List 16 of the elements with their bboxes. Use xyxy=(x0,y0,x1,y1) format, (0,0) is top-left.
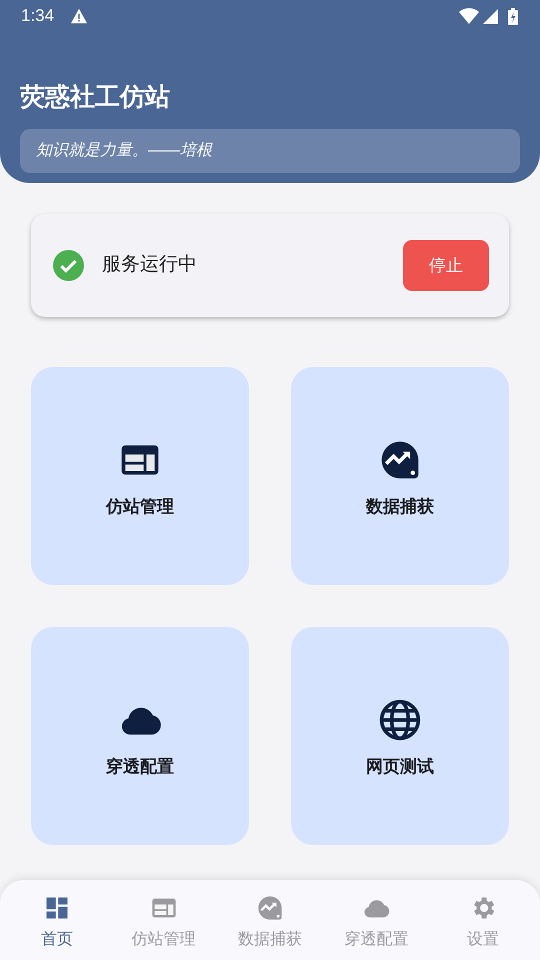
status-time: 1:34 xyxy=(20,5,54,28)
feature-tile[interactable]: 网页测试 xyxy=(291,627,509,845)
feature-tile[interactable]: 数据捕获 xyxy=(291,367,509,585)
app-title: 荧惑社工仿站 xyxy=(20,82,171,113)
stop-button[interactable]: 停止 xyxy=(403,240,489,291)
wifi-icon xyxy=(459,8,479,24)
feature-tile[interactable]: 仿站管理 xyxy=(31,367,249,585)
signal-icon xyxy=(483,8,498,24)
feature-tile[interactable]: 穿透配置 xyxy=(31,627,249,845)
service-status-text: 服务运行中 xyxy=(102,253,198,278)
warning-icon xyxy=(70,8,88,24)
nav-tab[interactable]: 首页 xyxy=(4,894,110,960)
globe-icon xyxy=(378,698,422,742)
quote-banner: 知识就是力量。——培根 xyxy=(20,129,520,173)
battery-icon xyxy=(508,8,518,24)
chart-bubble-icon xyxy=(256,894,284,922)
